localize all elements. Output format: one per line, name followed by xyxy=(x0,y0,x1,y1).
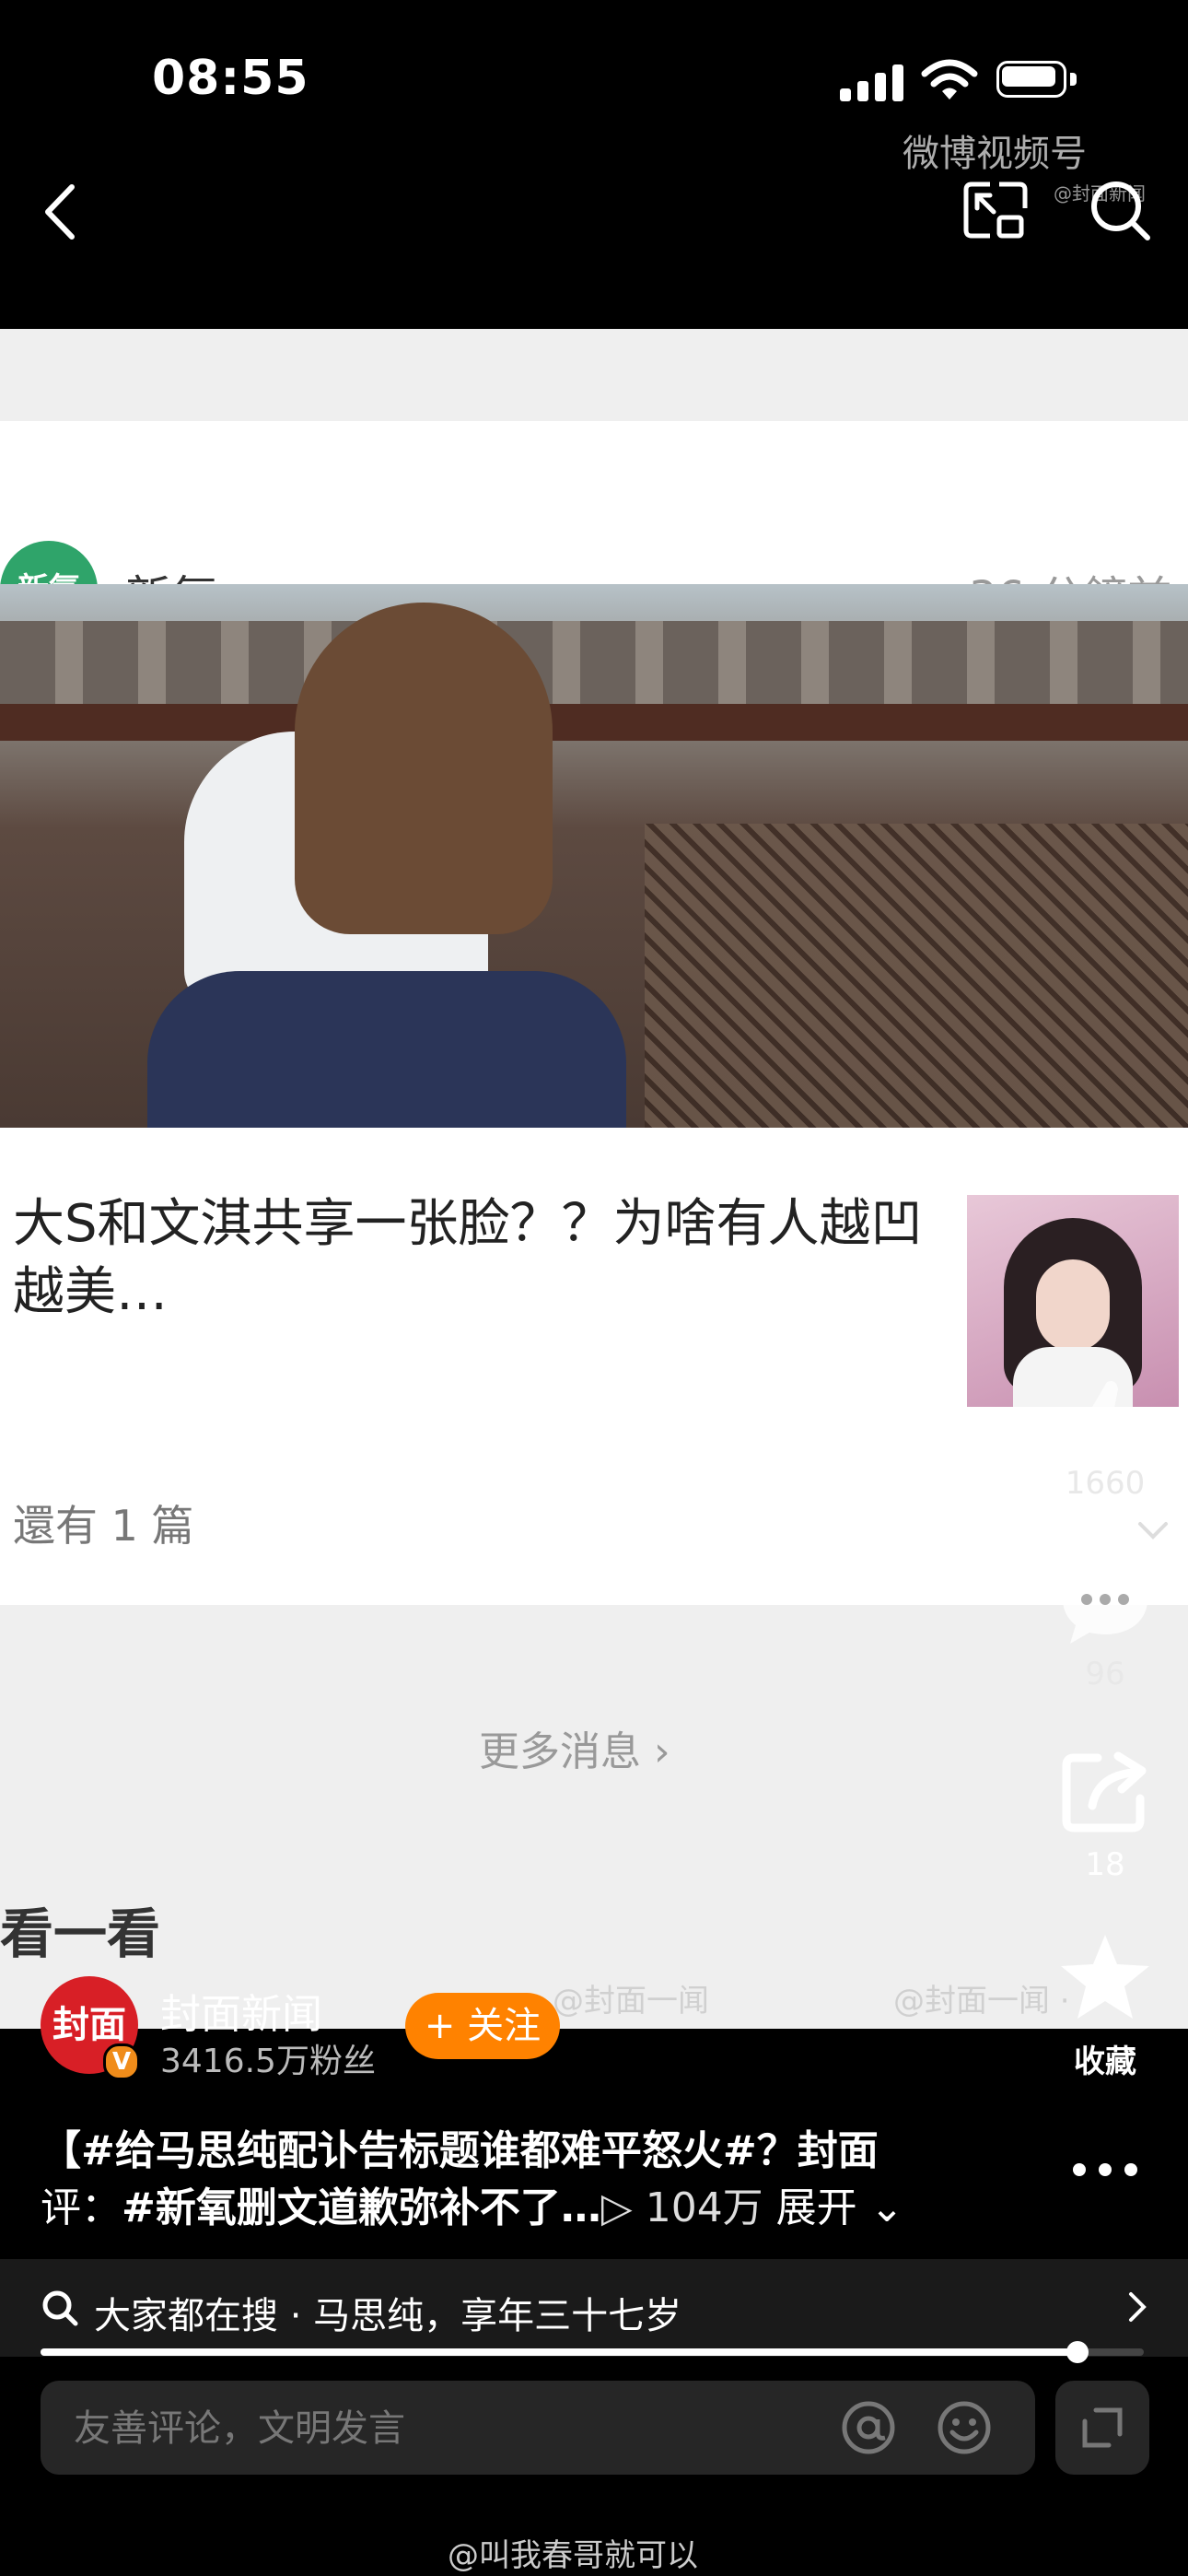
caption-line-2: 评：#新氧删文道歉弥补不了…▷ 104万 展开 ⌄ xyxy=(41,2174,904,2233)
share-count: 18 xyxy=(1085,1846,1125,1883)
caption-prefix: 评： xyxy=(41,2184,122,2231)
more-articles-count: 還有 1 篇 xyxy=(13,1501,194,1551)
expand-link[interactable]: 展开 ⌄ xyxy=(763,2184,904,2231)
status-time: 08:55 xyxy=(152,51,309,106)
cellular-signal-icon xyxy=(840,63,904,101)
chevron-right-icon[interactable] xyxy=(1124,2290,1151,2324)
like-count: 1660 xyxy=(1065,1465,1146,1502)
comment-input[interactable] xyxy=(72,2406,831,2451)
progress-handle[interactable] xyxy=(1066,2341,1089,2363)
caption-line-1: 【#给马思纯配讣告标题谁都难平怒火#？封面 xyxy=(41,2127,879,2174)
comment-count: 96 xyxy=(1085,1656,1125,1692)
faint-watermark: @封面一闻 · xyxy=(893,1983,1070,2020)
rotate-screen-icon[interactable] xyxy=(1079,2405,1125,2451)
weibo-credit: @叫我春哥就可以 xyxy=(448,2537,698,2574)
video-player[interactable]: 新氧 新氧 36 分鐘前 大S和文淇共享一张脸？？为啥有人越凹越美… 還有 1 … xyxy=(0,329,1188,2029)
wifi-icon xyxy=(921,59,978,100)
share-icon[interactable] xyxy=(1061,1749,1149,1833)
mention-at-icon[interactable] xyxy=(840,2399,897,2456)
view-count: ▷ 104万 xyxy=(600,2184,763,2231)
follow-button[interactable]: + 关注 xyxy=(405,1993,560,2059)
picture-in-picture-icon[interactable] xyxy=(962,181,1029,240)
comment-icon[interactable] xyxy=(1057,1559,1153,1647)
favorite-label: 收藏 xyxy=(1074,2043,1136,2080)
news-headline: 大S和文淇共享一张脸？？为啥有人越凹越美… xyxy=(13,1194,923,1322)
hot-search-text[interactable]: 大家都在搜 · 马思纯，享年三十七岁 xyxy=(94,2286,681,2339)
search-icon[interactable] xyxy=(1087,177,1153,243)
author-name[interactable]: 封面新闻 xyxy=(160,1981,322,2040)
chevron-down-icon[interactable] xyxy=(1135,1511,1171,1548)
news-photo xyxy=(0,584,1188,1128)
battery-icon xyxy=(996,61,1079,100)
verified-badge: V xyxy=(103,2043,140,2080)
emoji-icon[interactable] xyxy=(936,2399,993,2456)
fan-count: 3416.5万粉丝 xyxy=(160,2043,376,2080)
star-icon[interactable] xyxy=(1057,1931,1153,2023)
search-icon xyxy=(42,2290,78,2326)
back-arrow-icon[interactable] xyxy=(37,180,92,244)
faint-watermark: @封面一闻 xyxy=(553,1983,709,2020)
caption-hashtag[interactable]: #新氧删文道歉弥补不了… xyxy=(122,2184,601,2231)
weibo-video-watermark: 微博视频号 xyxy=(903,133,1087,175)
like-thumb-icon[interactable] xyxy=(1061,1373,1153,1465)
more-options-icon[interactable] xyxy=(1068,2156,1142,2184)
progress-fill xyxy=(41,2348,1077,2356)
more-news-link: 更多消息 › xyxy=(479,1728,670,1775)
look-section-title: 看一看 xyxy=(0,1903,161,1965)
